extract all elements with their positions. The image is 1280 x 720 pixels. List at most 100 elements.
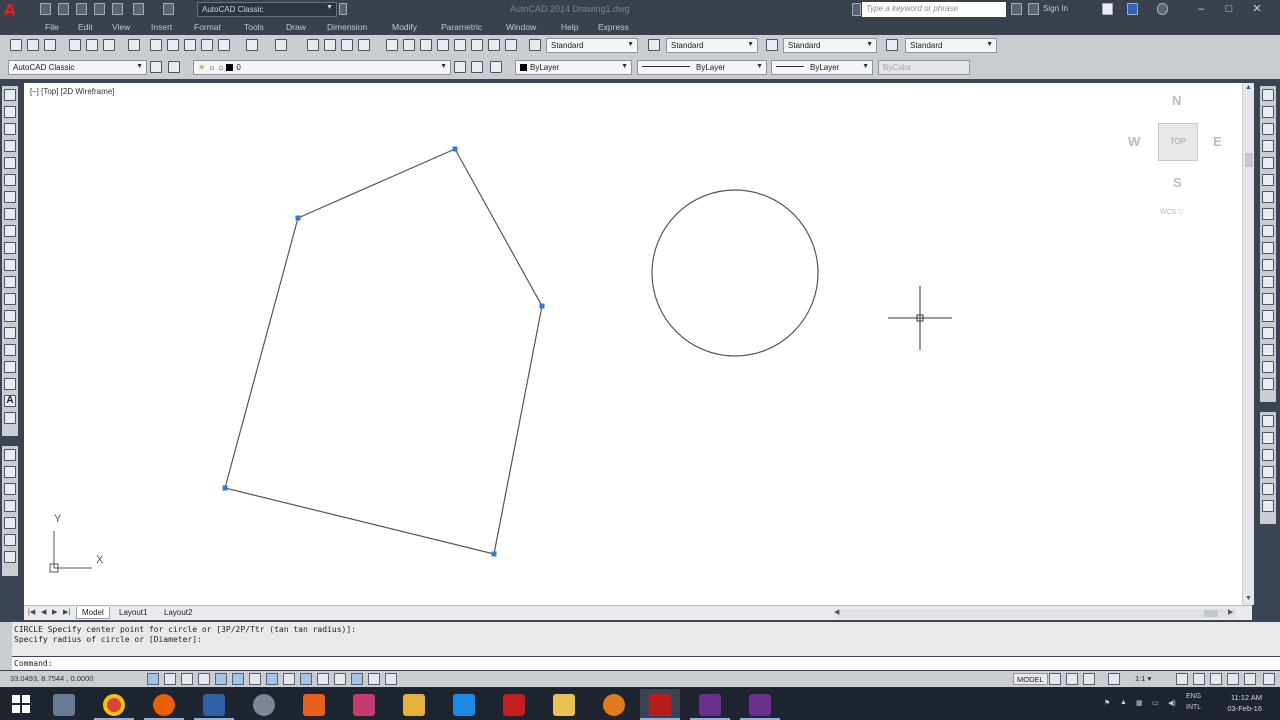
point-icon[interactable] [4, 310, 16, 322]
menu-help[interactable]: Help [561, 22, 578, 32]
make-block-icon[interactable] [4, 293, 16, 305]
block-editor-icon[interactable] [218, 39, 230, 51]
table-style-select[interactable]: Standard ▼ [783, 38, 877, 53]
search-input[interactable]: Type a keyword or phrase [862, 2, 1006, 17]
revision-cloud-icon[interactable] [4, 208, 16, 220]
chamfer-icon[interactable] [1262, 327, 1274, 339]
osnap-toggle[interactable] [232, 673, 244, 685]
prev-tab-icon[interactable]: ◀ [41, 608, 46, 616]
linetype-select[interactable]: ByLayer ▼ [637, 60, 767, 75]
lock-ui-icon[interactable] [1193, 673, 1205, 685]
save-icon[interactable] [76, 3, 87, 15]
horizontal-scrollbar[interactable]: ◀ ▶ [834, 609, 1236, 618]
taskbar-acrobat[interactable] [494, 689, 534, 720]
zoom-realtime-icon[interactable] [324, 39, 336, 51]
status-menu-icon[interactable] [1244, 673, 1256, 685]
taskbar-chrome[interactable] [94, 689, 134, 720]
bottom-view-icon[interactable] [4, 483, 16, 495]
circle-icon[interactable] [4, 191, 16, 203]
text-style-icon[interactable] [529, 39, 541, 51]
copy-icon[interactable] [167, 39, 179, 51]
tray-network-icon[interactable]: ▦ [1136, 699, 1143, 707]
language-indicator[interactable]: ENG INTL [1186, 691, 1201, 713]
color-select[interactable]: ByLayer ▼ [515, 60, 632, 75]
tray-flag-icon[interactable]: ⚑ [1104, 699, 1110, 707]
redo-icon[interactable] [275, 39, 287, 51]
extend-icon[interactable] [1262, 259, 1274, 271]
lwt-toggle[interactable] [317, 673, 329, 685]
menu-express[interactable]: Express [598, 22, 629, 32]
menu-insert[interactable]: Insert [151, 22, 172, 32]
paste-icon[interactable] [184, 39, 196, 51]
text-front-icon[interactable] [1262, 483, 1274, 495]
explode-icon[interactable] [1262, 378, 1274, 390]
scale-icon[interactable] [1262, 208, 1274, 220]
system-clock[interactable]: 11:12 AM 03-Feb-16 [1218, 692, 1262, 714]
copy-object-icon[interactable] [1262, 106, 1274, 118]
hscroll-thumb[interactable] [1204, 610, 1218, 617]
zoom-window-icon[interactable] [341, 39, 353, 51]
help-icon[interactable] [505, 39, 517, 51]
taskbar-teams2[interactable] [740, 689, 780, 720]
gradient-icon[interactable] [4, 344, 16, 356]
menu-modify[interactable]: Modify [392, 22, 417, 32]
stretch-icon[interactable] [1262, 225, 1274, 237]
polar-toggle[interactable] [215, 673, 227, 685]
quick-view-layouts-icon[interactable] [1049, 673, 1061, 685]
annotation-scale[interactable]: 1:1 ▾ [1135, 674, 1151, 683]
user-icon[interactable] [1028, 3, 1039, 15]
text-style-select[interactable]: Standard ▼ [546, 38, 638, 53]
new-icon[interactable] [40, 3, 51, 15]
drawing-canvas[interactable]: [–] [Top] [2D Wireframe] Y X N W E S WCS… [24, 83, 1252, 605]
open-icon[interactable] [27, 39, 39, 51]
publish-icon[interactable] [103, 39, 115, 51]
named-views-icon[interactable] [4, 449, 16, 461]
save-icon[interactable] [44, 39, 56, 51]
autodesk360-icon[interactable] [1127, 3, 1138, 15]
workspace-select[interactable]: AutoCAD Classic ▼ [197, 2, 337, 17]
scroll-down-icon[interactable]: ▼ [1245, 595, 1252, 602]
open-icon[interactable] [58, 3, 69, 15]
viewcube-east[interactable]: E [1213, 134, 1222, 149]
scroll-up-icon[interactable]: ▲ [1245, 84, 1252, 91]
hatch-icon[interactable] [4, 327, 16, 339]
spline-icon[interactable] [4, 225, 16, 237]
3d-osnap-toggle[interactable] [249, 673, 261, 685]
mirror-icon[interactable] [1262, 123, 1274, 135]
design-center-icon[interactable] [403, 39, 415, 51]
grid-toggle[interactable] [181, 673, 193, 685]
pan-icon[interactable] [307, 39, 319, 51]
send-to-back-icon[interactable] [1262, 432, 1274, 444]
help-icon[interactable] [1157, 3, 1168, 15]
offset-icon[interactable] [1262, 140, 1274, 152]
taskbar-office[interactable] [294, 689, 334, 720]
trim-icon[interactable] [1262, 242, 1274, 254]
erase-icon[interactable] [1262, 89, 1274, 101]
infer-constraints-toggle[interactable] [147, 673, 159, 685]
menu-file[interactable]: File [45, 22, 59, 32]
line-icon[interactable] [4, 89, 16, 101]
sheet-set-icon[interactable] [437, 39, 449, 51]
break-at-point-icon[interactable] [1262, 276, 1274, 288]
calculator-icon[interactable] [488, 39, 500, 51]
multileader-style-icon[interactable] [886, 39, 898, 51]
menu-parametric[interactable]: Parametric [441, 22, 482, 32]
tab-model[interactable]: Model [76, 607, 110, 619]
tray-battery-icon[interactable]: ▭ [1152, 699, 1159, 707]
join-icon[interactable] [1262, 310, 1274, 322]
viewcube-top-face[interactable]: TOP [1158, 123, 1198, 161]
taskbar-teams[interactable] [690, 689, 730, 720]
command-window-grip[interactable] [0, 622, 12, 670]
menu-dimension[interactable]: Dimension [327, 22, 367, 32]
qnew-icon[interactable] [10, 39, 22, 51]
bring-to-front-icon[interactable] [1262, 415, 1274, 427]
hatch-back-icon[interactable] [1262, 500, 1274, 512]
polyline-icon[interactable] [4, 123, 16, 135]
annotation-visibility-icon[interactable] [1108, 673, 1120, 685]
insert-block-icon[interactable] [4, 276, 16, 288]
am-toggle[interactable] [385, 673, 397, 685]
first-tab-icon[interactable]: |◀ [28, 608, 35, 616]
menu-draw[interactable]: Draw [286, 22, 306, 32]
grip-point[interactable] [539, 303, 545, 309]
add-selected-icon[interactable] [4, 412, 16, 424]
